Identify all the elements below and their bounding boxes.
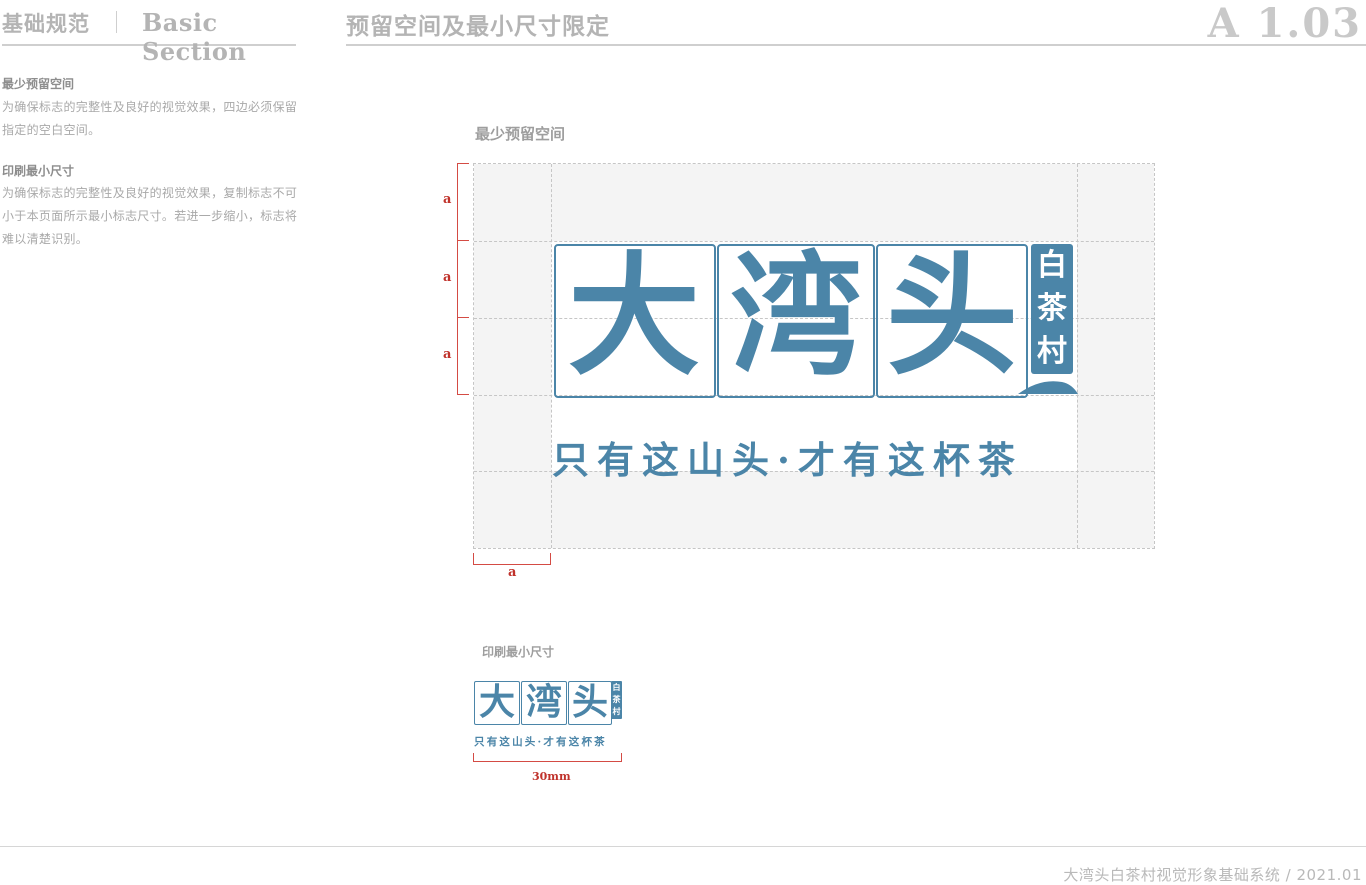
seal-char: 白	[1037, 248, 1067, 283]
minsize-heading: 印刷最小尺寸	[2, 164, 75, 178]
section-name-en: Basic Section	[142, 8, 247, 66]
seal-char: 茶	[612, 694, 621, 704]
section-name-cn: 基础规范	[2, 11, 90, 36]
footer-text: 大湾头白茶村视觉形象基础系统 / 2021.01	[1063, 866, 1362, 884]
brand-logo-small: 大 湾 头 白 茶 村 只有这山头·才有这杯茶	[473, 680, 623, 750]
brand-logo-large: 大 湾 头 白 茶 村 只有这山头·才有这杯茶	[552, 239, 1078, 482]
logo-char: 大	[478, 681, 515, 723]
dimension-tick	[457, 163, 469, 164]
minsize-caption: 印刷最小尺寸	[482, 645, 555, 659]
seal-char: 村	[612, 706, 621, 716]
dimension-tick	[457, 240, 469, 241]
header-separator	[116, 11, 117, 33]
clearspace-caption: 最少预留空间	[475, 125, 566, 143]
page-header: 预留空间及最小尺寸限定 A 1.03	[346, 0, 1366, 47]
unit-marker: a	[443, 270, 452, 285]
minsize-dimension: 30mm	[532, 770, 571, 783]
clearspace-heading: 最少预留空间	[2, 77, 75, 91]
page-code: A 1.03	[1207, 0, 1362, 47]
logo-char: 湾	[525, 681, 562, 723]
page-title: 预留空间及最小尺寸限定	[346, 13, 610, 40]
section-header: 基础规范 Basic Section	[2, 6, 296, 66]
logo-slogan: 只有这山头·才有这杯茶	[552, 438, 1023, 482]
unit-marker: a	[443, 347, 452, 362]
dimension-tick	[457, 394, 469, 395]
clearspace-zone-right	[1077, 241, 1154, 471]
logo-char: 大	[568, 239, 700, 394]
logo-char: 头	[886, 239, 1018, 394]
unit-marker: a	[508, 565, 517, 580]
mountain-icon	[1018, 381, 1078, 394]
logo-seal: 白 茶 村	[611, 681, 622, 719]
footer-divider	[0, 846, 1366, 847]
logo-char: 湾	[730, 239, 862, 394]
dimension-tick	[457, 317, 469, 318]
seal-char: 茶	[1037, 291, 1067, 326]
clearspace-diagram: 大 湾 头 白 茶 村 只有这山头·才有这杯茶	[473, 163, 1155, 549]
logo-seal: 白 茶 村	[1031, 244, 1073, 374]
seal-char: 白	[612, 682, 621, 692]
clearspace-zone-top	[474, 164, 1154, 241]
minsize-description: 为确保标志的完整性及良好的视觉效果，复制标志不可小于本页面所示最小标志尺寸。若进…	[2, 186, 298, 246]
logo-char: 头	[571, 681, 608, 723]
clearspace-zone-left	[474, 241, 551, 471]
dimension-line	[473, 761, 622, 762]
dimension-line	[457, 163, 458, 395]
logo-slogan: 只有这山头·才有这杯茶	[474, 736, 607, 748]
unit-marker: a	[443, 192, 452, 207]
seal-char: 村	[1037, 334, 1067, 369]
clearspace-description: 为确保标志的完整性及良好的视觉效果，四边必须保留指定的空白空间。	[2, 100, 298, 137]
